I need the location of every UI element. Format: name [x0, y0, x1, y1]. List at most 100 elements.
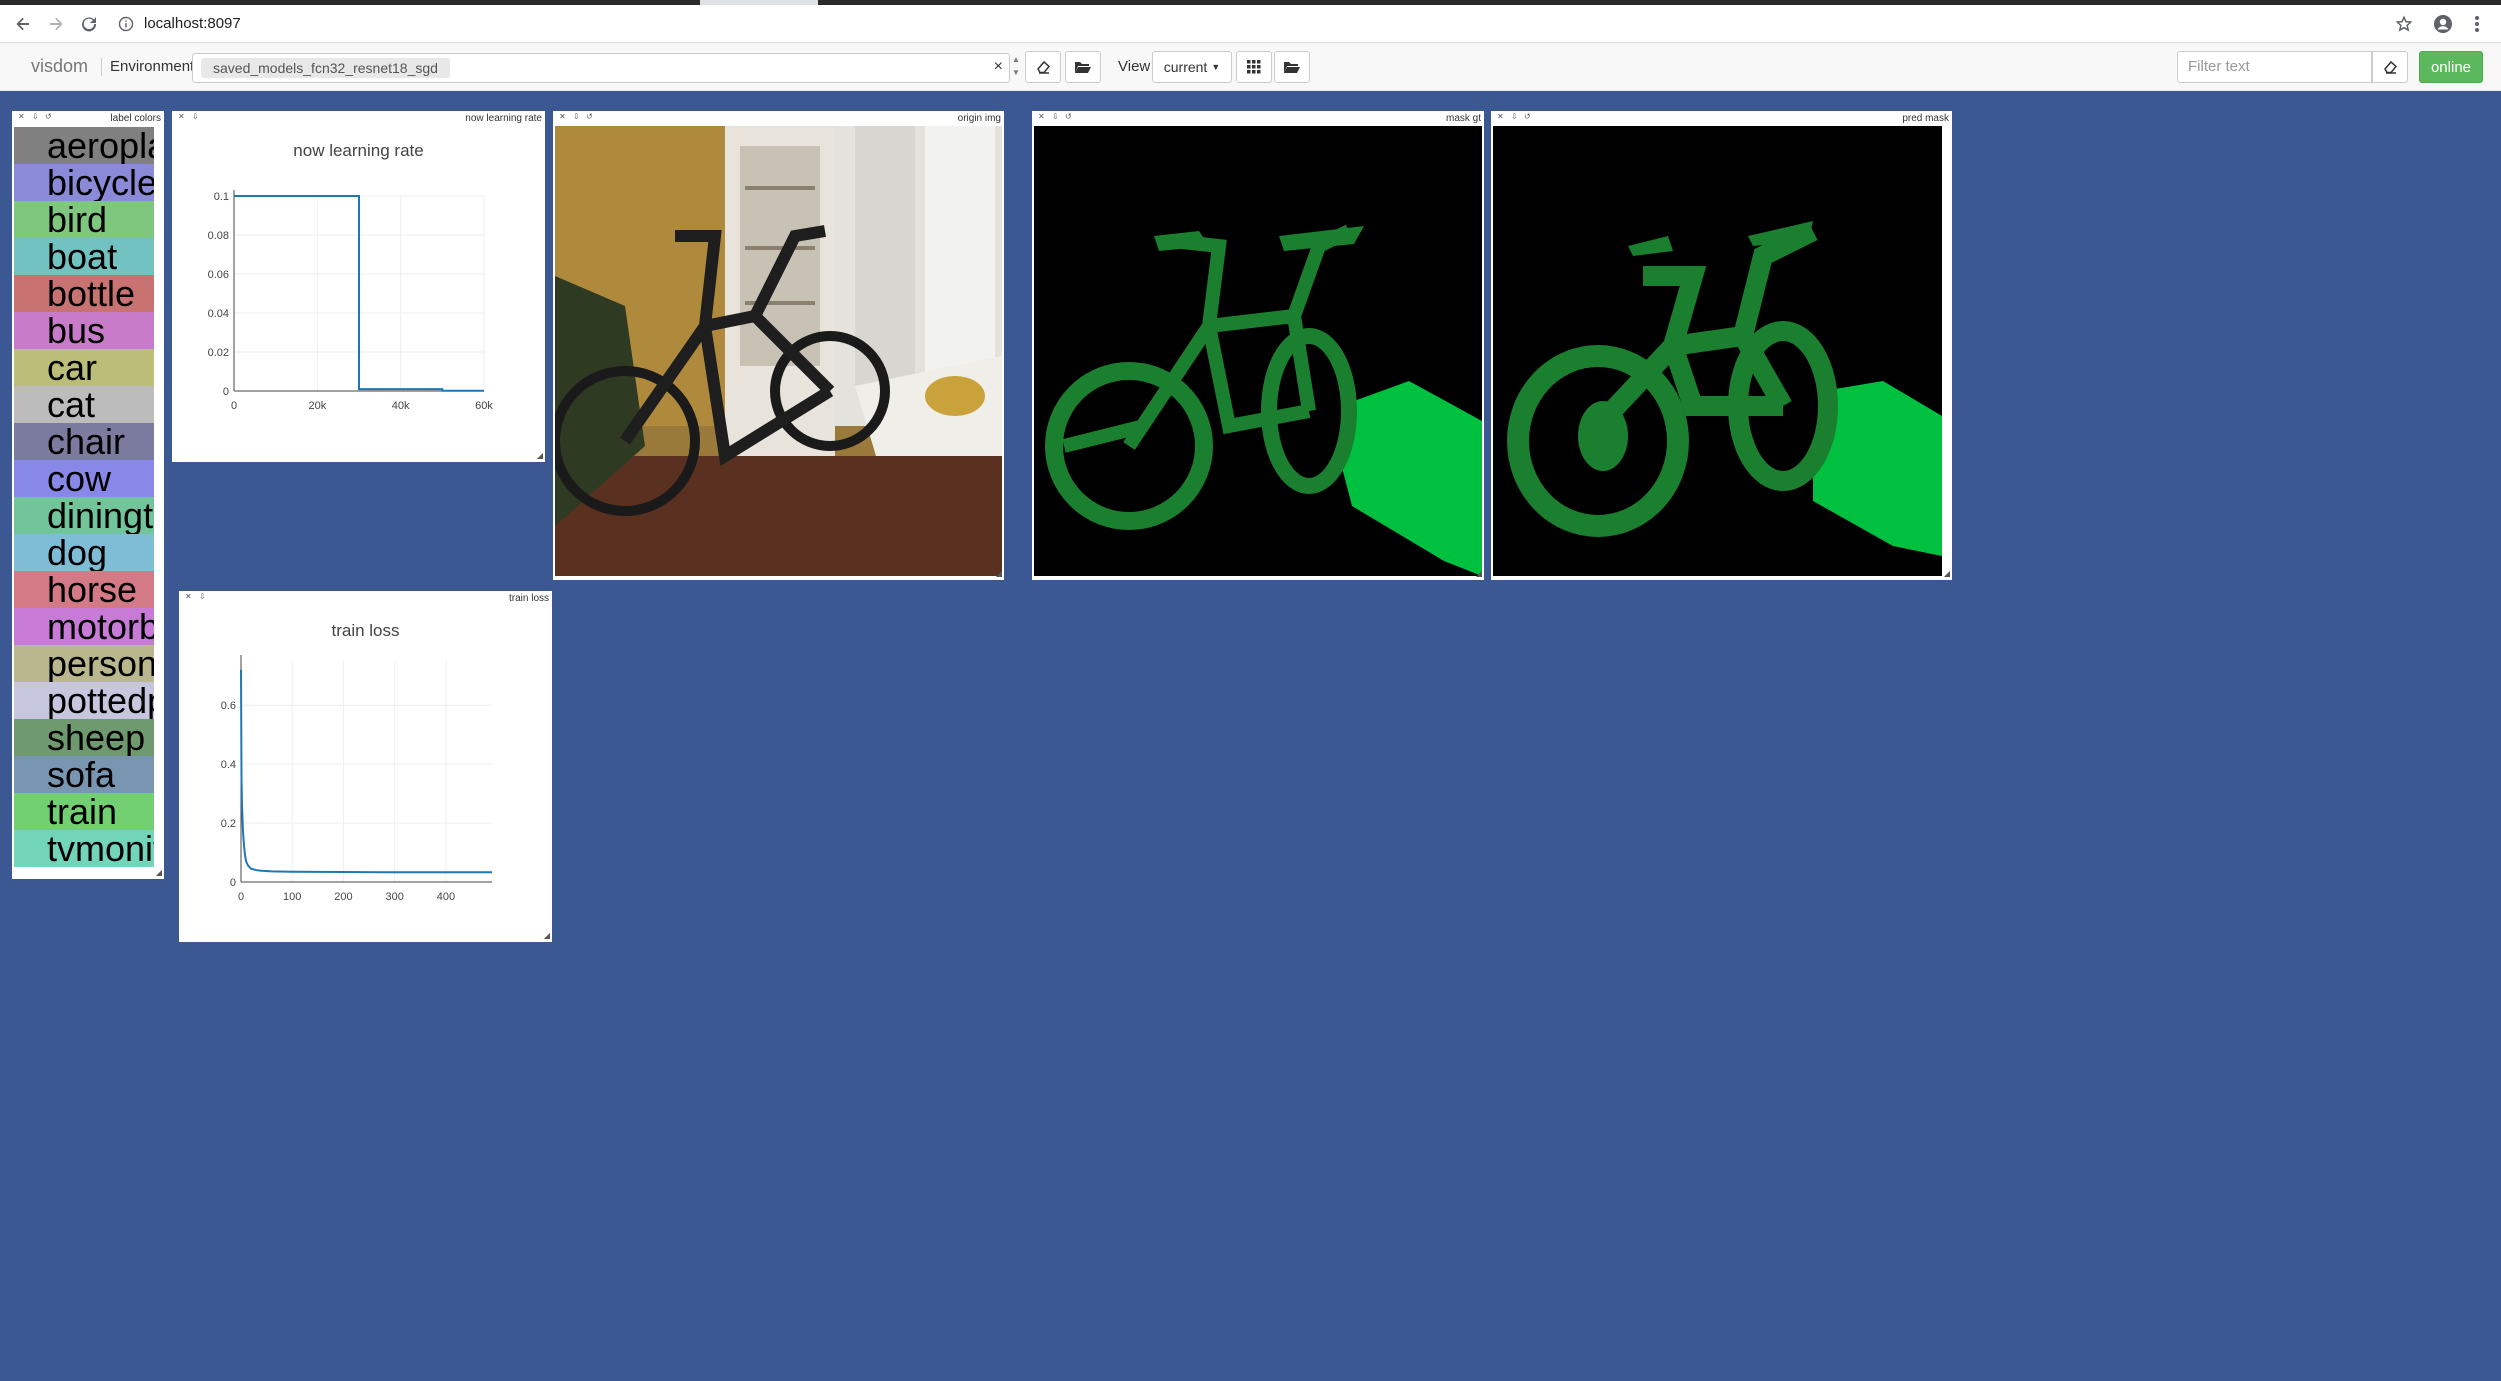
series-line	[234, 195, 484, 392]
save-icon[interactable]: ⇩	[1511, 112, 1518, 121]
visdom-navbar: visdom Environment saved_models_fcn32_re…	[0, 43, 2501, 91]
y-tick-label: 0.04	[208, 308, 229, 320]
pane-learning-rate[interactable]: ✕ ⇩ now learning rate now learning rate …	[172, 111, 545, 462]
label-color-item: bus	[14, 312, 154, 349]
x-tick-label: 0	[238, 891, 244, 903]
pred-mask-image	[1493, 126, 1942, 576]
folder-open-icon	[1075, 62, 1091, 73]
back-icon[interactable]	[10, 11, 36, 37]
account-icon[interactable]	[2432, 13, 2454, 35]
x-tick-label: 300	[385, 891, 403, 903]
x-tick-label: 20k	[308, 400, 326, 412]
y-tick-label: 0.2	[221, 818, 236, 830]
caret-down-icon: ▼	[1211, 62, 1221, 72]
resize-handle-icon[interactable]: ◢	[1476, 569, 1482, 578]
pane-pred-mask[interactable]: ✕ ⇩ ↺ pred mask ◢	[1491, 111, 1952, 580]
eraser-icon	[1037, 60, 1051, 74]
reload-icon[interactable]	[76, 11, 102, 37]
pane-header[interactable]: ✕ ⇩ ↺ mask gt	[1032, 111, 1484, 125]
environment-select[interactable]: saved_models_fcn32_resnet18_sgd ×	[192, 53, 1010, 83]
close-icon[interactable]: ✕	[1038, 112, 1045, 121]
pane-header[interactable]: ✕ ⇩ ↺ pred mask	[1491, 111, 1952, 125]
train-loss-chart[interactable]: 0 100 200 300 400 0 0.2 0.4 0.6	[179, 591, 552, 942]
label-color-item: cow	[14, 460, 154, 497]
label-color-item: bicycle	[14, 164, 154, 201]
repack-button[interactable]	[1236, 51, 1272, 83]
close-icon[interactable]: ✕	[559, 112, 566, 121]
manage-views-button[interactable]	[1274, 51, 1310, 83]
pane-label-colors[interactable]: ✕ ⇩ ↺ label colors aeroplanebicyclebirdb…	[12, 111, 164, 879]
pane-origin-img[interactable]: ✕ ⇩ ↺ origin img ◢	[553, 111, 1004, 580]
environment-label: Environment	[110, 58, 195, 75]
brand-logo[interactable]: visdom	[31, 56, 88, 77]
label-color-item: dog	[14, 534, 154, 571]
label-color-item: bird	[14, 201, 154, 238]
label-color-item: bottle	[14, 275, 154, 312]
close-icon[interactable]: ✕	[18, 112, 25, 121]
pane-header[interactable]: ✕ ⇩ ↺ origin img	[553, 111, 1004, 125]
clear-filter-button[interactable]	[2372, 51, 2408, 83]
filter-input[interactable]: Filter text	[2177, 51, 2372, 83]
resize-handle-icon[interactable]: ◢	[1944, 569, 1950, 578]
clear-env-button[interactable]	[1025, 51, 1061, 83]
eraser-icon	[2384, 60, 2398, 74]
grid-icon	[1247, 60, 1261, 74]
menu-kebab-icon[interactable]	[2466, 13, 2488, 35]
reset-icon[interactable]: ↺	[1524, 112, 1531, 121]
bookmark-star-icon[interactable]	[2393, 13, 2415, 35]
y-tick-label: 0.08	[208, 230, 229, 242]
label-color-item: cat	[14, 386, 154, 423]
x-tick-label: 60k	[475, 400, 493, 412]
label-color-item: horse	[14, 571, 154, 608]
pane-title: pred mask	[1902, 113, 1949, 124]
address-bar[interactable]: localhost:8097	[144, 15, 241, 32]
label-color-item: person	[14, 645, 154, 682]
label-color-item: motorbike	[14, 608, 154, 645]
close-icon[interactable]: ✕	[1497, 112, 1504, 121]
label-color-item: diningtable	[14, 497, 154, 534]
y-tick-label: 0.6	[221, 700, 236, 712]
manage-env-button[interactable]	[1065, 51, 1101, 83]
x-tick-label: 400	[437, 891, 455, 903]
folder-open-icon	[1284, 62, 1300, 73]
y-tick-label: 0.1	[214, 191, 229, 203]
save-icon[interactable]: ⇩	[32, 112, 39, 121]
save-icon[interactable]: ⇩	[1052, 112, 1059, 121]
y-tick-label: 0.02	[208, 347, 229, 359]
pane-mask-gt[interactable]: ✕ ⇩ ↺ mask gt ◢	[1032, 111, 1484, 580]
x-tick-label: 40k	[392, 400, 410, 412]
pane-title: mask gt	[1445, 113, 1481, 124]
resize-handle-icon[interactable]: ◢	[156, 868, 162, 877]
resize-handle-icon[interactable]: ◢	[544, 931, 550, 940]
online-status-button[interactable]: online	[2419, 51, 2483, 83]
y-tick-label: 0	[223, 386, 229, 398]
reset-icon[interactable]: ↺	[586, 112, 593, 121]
clear-environment-icon[interactable]: ×	[994, 58, 1003, 76]
view-select-value: current	[1163, 59, 1208, 75]
environment-tag[interactable]: saved_models_fcn32_resnet18_sgd	[201, 58, 450, 78]
learning-rate-chart[interactable]: 0 20k 40k 60k 0 0.02 0.04 0.06 0.08 0.1	[172, 111, 545, 462]
save-icon[interactable]: ⇩	[573, 112, 580, 121]
label-color-item: chair	[14, 423, 154, 460]
label-color-item: boat	[14, 238, 154, 275]
label-color-item: tvmonitor	[14, 830, 154, 867]
resize-handle-icon[interactable]: ◢	[996, 569, 1002, 578]
label-color-item: aeroplane	[14, 127, 154, 164]
view-select-button[interactable]: current ▼	[1152, 51, 1232, 83]
series-line	[240, 669, 492, 874]
view-label: View	[1118, 58, 1151, 75]
navbar-divider	[101, 58, 102, 76]
pane-header[interactable]: ✕ ⇩ ↺ label colors	[12, 111, 164, 125]
label-color-item: train	[14, 793, 154, 830]
reset-icon[interactable]: ↺	[1065, 112, 1072, 121]
reset-icon[interactable]: ↺	[45, 112, 52, 121]
label-color-item: car	[14, 349, 154, 386]
resize-handle-icon[interactable]: ◢	[537, 451, 543, 460]
mask-gt-image	[1034, 126, 1482, 576]
site-info-icon[interactable]	[118, 16, 134, 32]
forward-icon[interactable]	[43, 11, 69, 37]
x-tick-label: 0	[231, 400, 237, 412]
environment-spinner[interactable]: ▲ ▼	[1010, 53, 1022, 83]
label-color-item: sofa	[14, 756, 154, 793]
pane-train-loss[interactable]: ✕ ⇩ train loss train loss 0 100 200 300 400 0…	[179, 591, 552, 942]
